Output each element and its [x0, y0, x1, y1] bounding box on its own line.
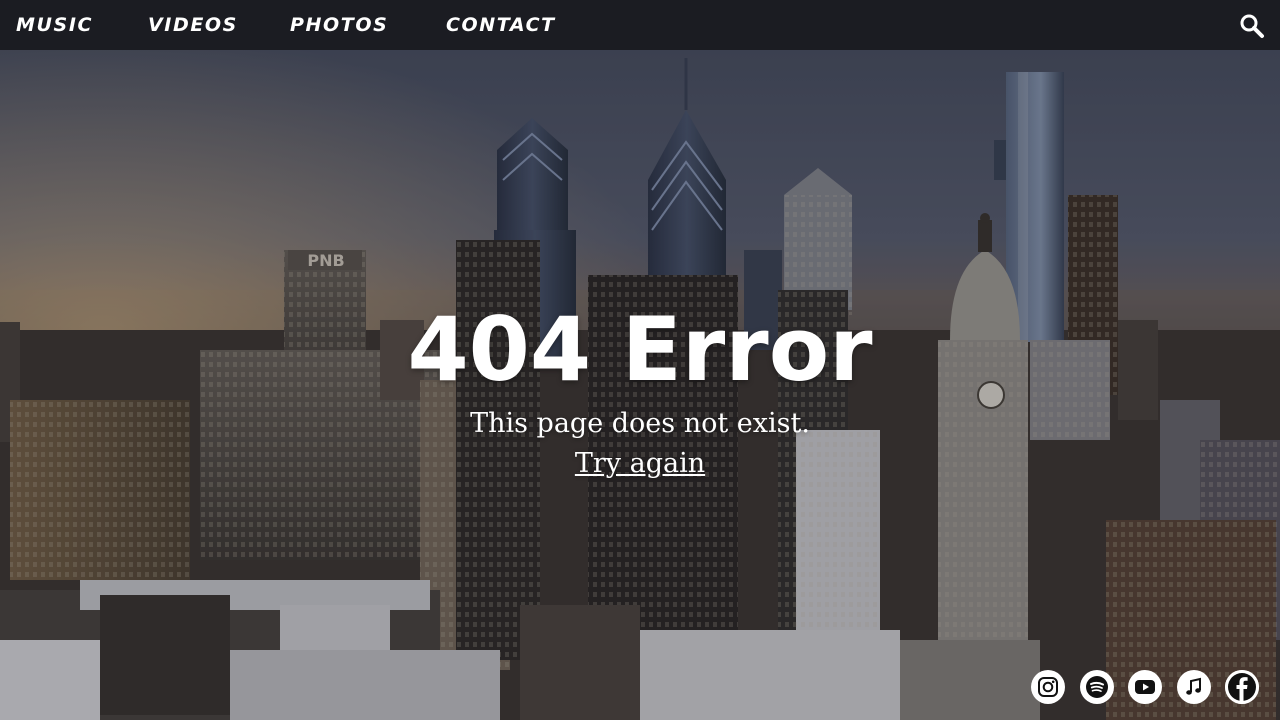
instagram-icon[interactable] [1031, 670, 1065, 704]
try-again-container: Try again [0, 446, 1280, 482]
nav-item-contact[interactable]: CONTACT [446, 14, 556, 36]
apple-music-icon[interactable] [1177, 670, 1211, 704]
youtube-icon[interactable] [1128, 670, 1162, 704]
top-nav: MUSIC VIDEOS PHOTOS CONTACT [0, 0, 1280, 50]
nav-item-photos[interactable]: PHOTOS [290, 14, 388, 36]
nav-item-music[interactable]: MUSIC [16, 14, 93, 36]
try-again-link[interactable]: Try again [575, 448, 705, 479]
facebook-icon[interactable] [1225, 670, 1259, 704]
error-title: 404 Error [407, 298, 873, 401]
error-message: This page does not exist. [470, 408, 810, 439]
nav-item-videos[interactable]: VIDEOS [148, 14, 238, 36]
spotify-icon[interactable] [1080, 670, 1114, 704]
search-icon[interactable] [1238, 12, 1266, 40]
